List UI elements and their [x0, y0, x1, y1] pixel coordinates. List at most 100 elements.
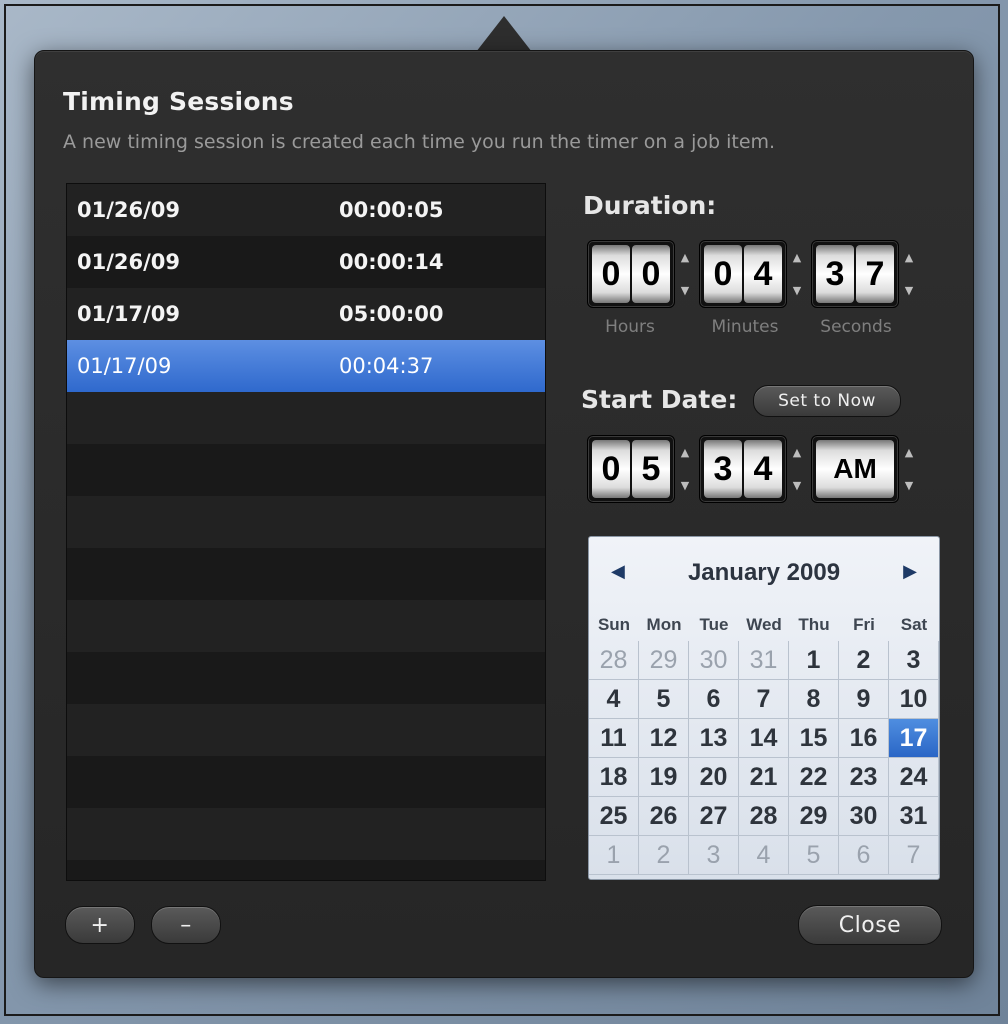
start-hour-digit-1: 0: [592, 440, 630, 498]
calendar-day[interactable]: 16: [839, 719, 889, 758]
calendar-day[interactable]: 28: [589, 641, 639, 680]
minutes-stepper[interactable]: 0 4 ▲ ▼: [699, 239, 804, 309]
calendar-day[interactable]: 31: [889, 797, 939, 836]
ampm-value: AM: [816, 440, 894, 498]
session-duration: 00:04:37: [339, 354, 434, 378]
calendar-day[interactable]: 13: [689, 719, 739, 758]
empty-list-row: [67, 860, 545, 880]
hours-stepper[interactable]: 0 0 ▲ ▼: [587, 239, 692, 309]
session-date: 01/17/09: [77, 302, 181, 326]
ampm-stepper-arrows[interactable]: ▲ ▼: [902, 447, 916, 491]
calendar-day[interactable]: 28: [739, 797, 789, 836]
session-row[interactable]: 01/26/09 00:00:05: [67, 184, 545, 236]
ampm-digits[interactable]: AM: [811, 435, 899, 503]
calendar-day[interactable]: 31: [739, 641, 789, 680]
calendar-day[interactable]: 27: [689, 797, 739, 836]
calendar-day[interactable]: 7: [739, 680, 789, 719]
calendar-day[interactable]: 4: [739, 836, 789, 875]
calendar-day[interactable]: 9: [839, 680, 889, 719]
start-hour-stepper-arrows[interactable]: ▲ ▼: [678, 447, 692, 491]
session-duration: 00:00:14: [339, 250, 444, 274]
calendar-day[interactable]: 29: [789, 797, 839, 836]
stepper-up-icon[interactable]: ▲: [678, 447, 692, 458]
seconds-stepper-arrows[interactable]: ▲ ▼: [902, 252, 916, 296]
start-minute-stepper-arrows[interactable]: ▲ ▼: [790, 447, 804, 491]
session-date: 01/26/09: [77, 250, 181, 274]
session-row[interactable]: 01/17/09 00:04:37: [67, 340, 545, 392]
calendar-day[interactable]: 21: [739, 758, 789, 797]
calendar-day[interactable]: 10: [889, 680, 939, 719]
calendar-day[interactable]: 2: [639, 836, 689, 875]
calendar-day[interactable]: 1: [789, 641, 839, 680]
empty-list-row: [67, 444, 545, 496]
stepper-down-icon[interactable]: ▼: [790, 480, 804, 491]
session-row[interactable]: 01/26/09 00:00:14: [67, 236, 545, 288]
calendar-day[interactable]: 14: [739, 719, 789, 758]
seconds-stepper[interactable]: 3 7 ▲ ▼: [811, 239, 916, 309]
next-month-icon[interactable]: ▶: [903, 561, 917, 582]
calendar-day[interactable]: 4: [589, 680, 639, 719]
minutes-stepper-arrows[interactable]: ▲ ▼: [790, 252, 804, 296]
stepper-up-icon[interactable]: ▲: [790, 252, 804, 263]
start-hour-stepper[interactable]: 0 5 ▲ ▼: [587, 434, 692, 504]
start-minute-stepper[interactable]: 3 4 ▲ ▼: [699, 434, 804, 504]
start-hour-digits[interactable]: 0 5: [587, 435, 675, 503]
calendar-month-title: January 2009: [687, 559, 841, 586]
start-minute-digit-1: 3: [704, 440, 742, 498]
stepper-down-icon[interactable]: ▼: [902, 480, 916, 491]
calendar-day[interactable]: 18: [589, 758, 639, 797]
stepper-down-icon[interactable]: ▼: [678, 480, 692, 491]
stepper-up-icon[interactable]: ▲: [902, 252, 916, 263]
calendar-day[interactable]: 12: [639, 719, 689, 758]
calendar-day[interactable]: 5: [639, 680, 689, 719]
calendar-day[interactable]: 1: [589, 836, 639, 875]
calendar-day[interactable]: 6: [839, 836, 889, 875]
stepper-up-icon[interactable]: ▲: [902, 447, 916, 458]
calendar-day[interactable]: 26: [639, 797, 689, 836]
session-list[interactable]: 01/26/09 00:00:05 01/26/09 00:00:14 01/17/09…: [66, 183, 546, 881]
add-session-button[interactable]: +: [65, 906, 135, 944]
calendar-day[interactable]: 30: [839, 797, 889, 836]
hours-digits[interactable]: 0 0: [587, 240, 675, 308]
calendar-day[interactable]: 19: [639, 758, 689, 797]
calendar-day[interactable]: 3: [889, 641, 939, 680]
seconds-digits[interactable]: 3 7: [811, 240, 899, 308]
stepper-up-icon[interactable]: ▲: [678, 252, 692, 263]
seconds-digit-1: 3: [816, 245, 854, 303]
date-picker-calendar[interactable]: ◀ January 2009 ▶ Sun Mon Tue Wed Thu Fri Sat 2…: [588, 536, 940, 880]
stepper-up-icon[interactable]: ▲: [790, 447, 804, 458]
calendar-day[interactable]: 6: [689, 680, 739, 719]
seconds-unit-label: Seconds: [820, 317, 892, 337]
session-duration: 05:00:00: [339, 302, 444, 326]
calendar-day[interactable]: 7: [889, 836, 939, 875]
stepper-down-icon[interactable]: ▼: [902, 285, 916, 296]
hours-stepper-arrows[interactable]: ▲ ▼: [678, 252, 692, 296]
remove-session-button[interactable]: –: [151, 906, 221, 944]
session-duration: 00:00:05: [339, 198, 444, 222]
calendar-day[interactable]: 25: [589, 797, 639, 836]
session-row[interactable]: 01/17/09 05:00:00: [67, 288, 545, 340]
calendar-day[interactable]: 17: [889, 719, 939, 758]
ampm-stepper[interactable]: AM ▲ ▼: [811, 434, 916, 504]
weekday-label: Wed: [746, 615, 782, 634]
calendar-day[interactable]: 23: [839, 758, 889, 797]
calendar-day[interactable]: 2: [839, 641, 889, 680]
calendar-day[interactable]: 15: [789, 719, 839, 758]
calendar-day[interactable]: 20: [689, 758, 739, 797]
calendar-day[interactable]: 22: [789, 758, 839, 797]
calendar-header: ◀ January 2009 ▶: [589, 537, 939, 607]
stepper-down-icon[interactable]: ▼: [678, 285, 692, 296]
close-button[interactable]: Close: [798, 905, 942, 945]
calendar-day[interactable]: 3: [689, 836, 739, 875]
start-minute-digits[interactable]: 3 4: [699, 435, 787, 503]
minutes-unit-label: Minutes: [711, 317, 779, 337]
stepper-down-icon[interactable]: ▼: [790, 285, 804, 296]
set-to-now-button[interactable]: Set to Now: [753, 385, 901, 417]
calendar-day[interactable]: 29: [639, 641, 689, 680]
minutes-digits[interactable]: 0 4: [699, 240, 787, 308]
calendar-day[interactable]: 5: [789, 836, 839, 875]
calendar-day[interactable]: 11: [589, 719, 639, 758]
calendar-day[interactable]: 30: [689, 641, 739, 680]
calendar-day[interactable]: 24: [889, 758, 939, 797]
calendar-day[interactable]: 8: [789, 680, 839, 719]
